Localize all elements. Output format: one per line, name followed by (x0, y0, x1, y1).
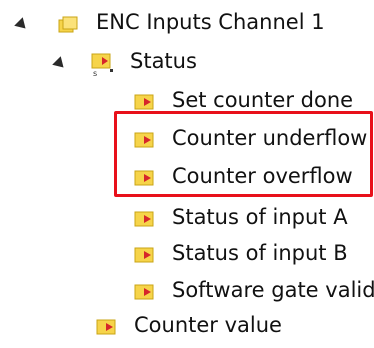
input-variable-icon (134, 94, 154, 110)
tree-node-set-counter-done[interactable]: Set counter done (0, 84, 374, 123)
input-variable-icon (134, 247, 154, 263)
tree-node-enc-inputs-channel-1[interactable]: ENC Inputs Channel 1 (0, 6, 374, 45)
tree-node-label: Status of input A (172, 205, 348, 229)
collapse-arrow-icon[interactable] (52, 56, 68, 72)
tree-node-status[interactable]: s Status (0, 45, 374, 84)
tree-node-counter-underflow[interactable]: Counter underflow (0, 122, 374, 161)
tree-node-status-of-input-b[interactable]: Status of input B (0, 237, 374, 276)
tree-node-label: Status of input B (172, 241, 348, 265)
input-variable-icon (134, 211, 154, 227)
tree-node-status-of-input-a[interactable]: Status of input A (0, 201, 374, 240)
tree-node-software-gate-valid[interactable]: Software gate valid (0, 274, 374, 313)
folder-channel-icon (58, 16, 78, 33)
collapse-arrow-icon[interactable] (14, 17, 30, 33)
input-variable-icon (134, 170, 154, 186)
tree-node-label: Status (130, 49, 197, 73)
input-variable-icon (96, 319, 116, 335)
tree-node-label: Software gate valid (172, 278, 374, 302)
status-group-icon: s (91, 53, 113, 77)
tree-node-counter-overflow[interactable]: Counter overflow (0, 160, 374, 199)
tree-node-label: Counter underflow (172, 126, 368, 150)
tree-node-label: ENC Inputs Channel 1 (96, 10, 325, 34)
svg-text:s: s (93, 69, 97, 77)
tree-node-label: Counter value (134, 313, 282, 337)
input-variable-icon (134, 284, 154, 300)
tree-node-label: Counter overflow (172, 164, 353, 188)
input-variable-icon (134, 132, 154, 148)
tree-node-counter-value[interactable]: Counter value (0, 309, 374, 348)
tree-node-label: Set counter done (172, 88, 354, 112)
